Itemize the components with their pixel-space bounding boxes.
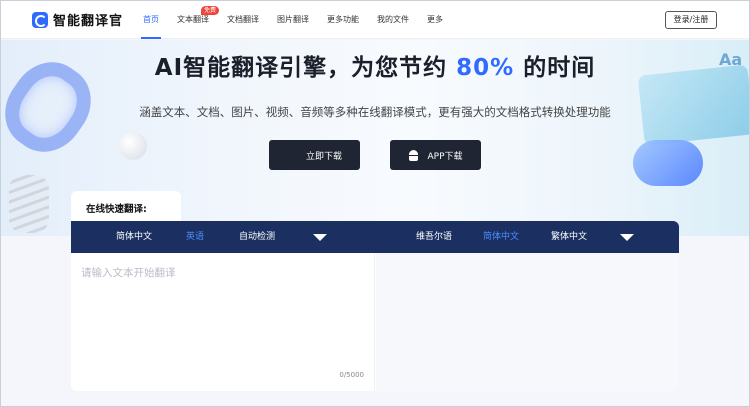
nav-item-home[interactable]: 首页 (141, 1, 161, 39)
source-lang-dropdown-icon[interactable] (313, 234, 327, 241)
free-badge: 免费 (200, 6, 219, 15)
nav-item-doc-translate[interactable]: 文档翻译 (227, 1, 259, 39)
android-icon (408, 149, 419, 161)
download-button-label: 立即下载 (305, 151, 342, 162)
decorative-spring-icon (9, 175, 49, 233)
app-name: 智能翻译官 (53, 14, 124, 29)
hero-title: AI智能翻译引擎，为您节约 80% 的时间 (1, 48, 749, 82)
main-nav: 首页 文本翻译 免费 文档翻译 图片翻译 更多功能 我的文件 更多 (141, 1, 461, 39)
app-download-button[interactable]: APP下载 (390, 140, 481, 170)
nav-item-more[interactable]: 更多 (427, 1, 443, 39)
target-lang-dropdown-icon[interactable] (620, 234, 634, 241)
source-placeholder: 请输入文本开始翻译 (81, 267, 176, 279)
source-lang-auto-detect[interactable]: 自动检测 (239, 221, 275, 253)
logo[interactable]: 智能翻译官 (32, 10, 123, 29)
translate-panel: 请输入文本开始翻译 0/5000 (71, 253, 679, 391)
language-bar: 简体中文 英语 自动检测 维吾尔语 简体中文 繁体中文 (71, 221, 679, 253)
source-lang-english[interactable]: 英语 (186, 221, 204, 253)
hero-subtitle: 涵盖文本、文档、图片、视频、音频等多种在线翻译模式，更有强大的文档格式转换处理功… (139, 105, 611, 119)
top-navbar: 智能翻译官 首页 文本翻译 免费 文档翻译 图片翻译 更多功能 我的文件 更多 … (1, 1, 749, 39)
target-lang-traditional-chinese[interactable]: 繁体中文 (551, 221, 587, 253)
quick-translate-tab[interactable]: 在线快速翻译: (71, 191, 181, 221)
nav-item-text-translate[interactable]: 文本翻译 免费 (177, 1, 219, 39)
hero-title-text-end: 的时间 (523, 55, 596, 81)
hero-title-highlight: 80% (456, 55, 515, 81)
login-register-button[interactable]: 登录/注册 (665, 11, 717, 29)
target-text-area (376, 253, 679, 391)
download-button[interactable]: 立即下载 (269, 140, 360, 170)
app-download-button-label: APP下载 (427, 151, 463, 162)
source-text-area[interactable]: 请输入文本开始翻译 0/5000 (71, 253, 375, 391)
char-counter: 0/5000 (339, 371, 364, 379)
source-lang-simplified-chinese[interactable]: 简体中文 (116, 221, 152, 253)
nav-item-more-features[interactable]: 更多功能 (327, 1, 359, 39)
target-lang-simplified-chinese[interactable]: 简体中文 (483, 221, 519, 253)
hero-title-text: AI智能翻译引擎，为您节约 (154, 55, 448, 81)
target-lang-uyghur[interactable]: 维吾尔语 (416, 221, 452, 253)
nav-item-my-files[interactable]: 我的文件 (377, 1, 409, 39)
nav-item-image-translate[interactable]: 图片翻译 (277, 1, 309, 39)
decorative-sphere-icon (119, 132, 147, 160)
nav-item-label: 文本翻译 (177, 15, 209, 24)
cloud-lightning-icon (633, 140, 703, 186)
logo-icon (32, 11, 48, 28)
windows-icon (287, 150, 298, 161)
